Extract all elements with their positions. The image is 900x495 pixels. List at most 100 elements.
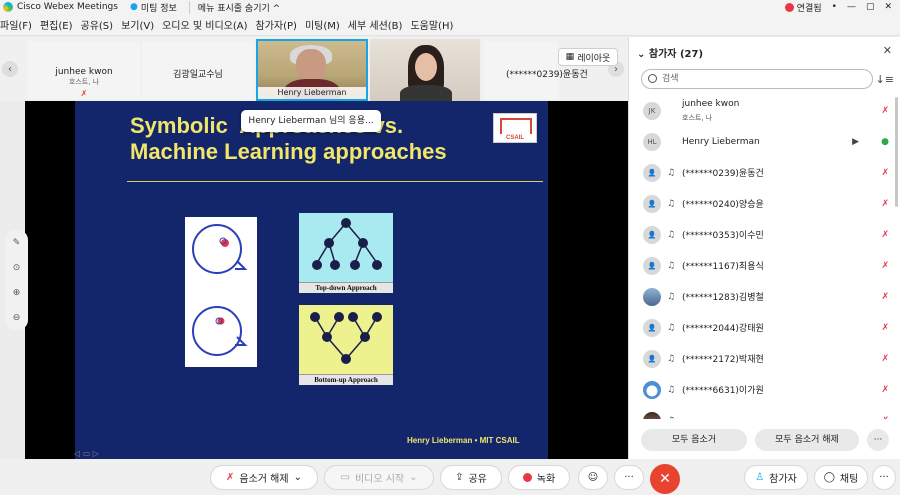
tree-bottom-up-icon <box>310 312 382 364</box>
avatar-icon: 👤 <box>643 225 661 244</box>
thumbnail-sub: 호스트, 나 <box>68 78 100 86</box>
participant-search-input[interactable]: 검색 <box>641 69 873 89</box>
app-title: Cisco Webex Meetings <box>17 2 118 12</box>
person-face <box>415 53 437 81</box>
menu-bar: 파일(F) 편집(E) 공유(S) 보기(V) 오디오 및 비디오(A) 참가자… <box>0 14 900 36</box>
video-henry-lieberman[interactable]: Henry Lieberman <box>256 39 368 101</box>
participants-title: 참가자 (27) <box>648 49 704 60</box>
list-item[interactable]: 👤 ♫ (******2044)강태원 ✗ <box>629 312 900 343</box>
share-button[interactable]: ⇪ 공유 <box>440 465 502 490</box>
more-button[interactable]: ··· <box>614 465 644 490</box>
top-down-caption: Top-down Approach <box>299 282 393 293</box>
muted-mic-icon[interactable]: ✗ <box>881 168 889 178</box>
participants-header[interactable]: ⌄ 참가자 (27) <box>637 45 703 60</box>
list-item[interactable]: 👤 ♫ (******1167)최용식 ✗ <box>629 250 900 281</box>
muted-mic-icon[interactable]: ✗ <box>881 199 889 209</box>
smiley-icon: ☺ <box>587 472 599 483</box>
slide-nav-icon[interactable]: ◁ ▭ ▷ <box>74 449 99 458</box>
muted-mic-icon[interactable]: ✗ <box>881 354 889 364</box>
muted-mic-icon[interactable]: ✗ <box>881 106 889 116</box>
chevron-left-icon[interactable]: ‹ <box>2 61 18 77</box>
record-label: 녹화 <box>536 474 556 485</box>
zoom-out-icon[interactable]: ⊖ <box>13 313 21 323</box>
muted-mic-icon[interactable]: ✗ <box>881 416 889 420</box>
person-face <box>296 49 326 81</box>
menu-help[interactable]: 도움말(H) <box>410 17 453 32</box>
menu-audio-video[interactable]: 오디오 및 비디오(A) <box>162 17 247 32</box>
thumbnail-junhee[interactable]: junhee kwon 호스트, 나 ✗ <box>28 41 140 99</box>
top-down-diagram: Top-down Approach <box>299 213 393 293</box>
muted-mic-icon[interactable]: ✗ <box>881 385 889 395</box>
annotation-toolbar: ✎ ⊙ ⊕ ⊖ <box>5 230 28 330</box>
record-button[interactable]: 녹화 <box>508 465 570 490</box>
maximize-icon[interactable]: ▢ <box>866 2 875 12</box>
list-item[interactable]: 👤 ♫ (******0239)윤동건 ✗ <box>629 157 900 188</box>
thumbnail-professor[interactable]: 김광일교수님 <box>142 41 254 99</box>
more-options-button[interactable]: ··· <box>867 429 889 451</box>
menu-edit[interactable]: 편집(E) <box>40 17 73 32</box>
chevron-down-icon: ⌄ <box>637 49 646 60</box>
participants-label: 참가자 <box>769 474 797 485</box>
info-icon: ● <box>129 2 138 12</box>
unmute-all-button[interactable]: 모두 음소거 해제 <box>755 429 859 451</box>
headset-icon: ♫ <box>667 353 676 364</box>
list-item[interactable]: ♫ (******6631)이가원 ✗ <box>629 374 900 405</box>
list-item[interactable]: ♫ ✗ <box>629 405 900 419</box>
list-item[interactable]: 👤 ♫ (******0353)이수민 ✗ <box>629 219 900 250</box>
muted-mic-icon[interactable]: ✗ <box>881 230 889 240</box>
muted-mic-icon[interactable]: ✗ <box>881 292 889 302</box>
menu-share[interactable]: 공유(S) <box>81 17 114 32</box>
bottom-up-diagram: Bottom-up Approach <box>299 305 393 385</box>
list-item[interactable]: ♫ (******1283)김병철 ✗ <box>629 281 900 312</box>
list-item[interactable]: 👤 ♫ (******2172)박재현 ✗ <box>629 343 900 374</box>
more-panels-button[interactable]: ··· <box>872 465 896 490</box>
participants-button[interactable]: ♙ 참가자 <box>744 465 808 490</box>
muted-mic-icon: ✗ <box>80 89 88 98</box>
list-item[interactable]: HL Henry Lieberman ▶ ● <box>629 126 900 157</box>
avatar <box>643 411 661 419</box>
thumbnail-yoon[interactable]: (******0239)윤동건 <box>484 41 588 99</box>
mic-on-icon[interactable]: ● <box>881 137 889 147</box>
minimize-icon[interactable]: — <box>847 2 856 12</box>
close-icon[interactable]: ✕ <box>884 2 892 12</box>
close-icon: ✕ <box>659 471 671 487</box>
list-item[interactable]: 👤 ♫ (******0240)양승윤 ✗ <box>629 188 900 219</box>
participant-name: (******2172)박재현 <box>682 355 764 365</box>
mute-all-button[interactable]: 모두 음소거 <box>641 429 747 451</box>
layout-button[interactable]: ▦ 레이아웃 <box>558 48 618 66</box>
headset-icon: ♫ <box>667 291 676 302</box>
meeting-info-button[interactable]: ● 미팅 정보 <box>130 1 177 14</box>
avatar-icon: 👤 <box>643 163 661 182</box>
video-participant[interactable] <box>370 39 480 101</box>
unmute-button[interactable]: ✗ 음소거 해제 ⌄ <box>210 465 318 490</box>
chat-button[interactable]: ◯ 채팅 <box>814 465 868 490</box>
participant-name: (******2044)강태원 <box>682 324 764 334</box>
annotate-icon[interactable]: ✎ <box>13 238 21 248</box>
end-meeting-button[interactable]: ✕ <box>650 464 680 494</box>
close-panel-icon[interactable]: ✕ <box>883 44 892 57</box>
pointer-icon[interactable]: ⊙ <box>13 263 21 273</box>
menu-breakout[interactable]: 세부 세션(B) <box>348 17 403 32</box>
reactions-button[interactable]: ☺ <box>578 465 608 490</box>
connection-label: 연결됨 <box>796 3 822 14</box>
muted-mic-icon[interactable]: ✗ <box>881 323 889 333</box>
thumbnail-name: junhee kwon <box>55 67 113 77</box>
menu-participant[interactable]: 참가자(P) <box>256 17 297 32</box>
muted-mic-icon[interactable]: ✗ <box>881 261 889 271</box>
list-item[interactable]: JK junhee kwon 호스트, 나 ✗ <box>629 95 900 126</box>
participants-panel: ⌄ 참가자 (27) ✕ 검색 ↓≡ JK junhee kwon 호스트, 나… <box>628 37 900 459</box>
person-body <box>400 85 452 101</box>
bottom-up-caption: Bottom-up Approach <box>299 374 393 385</box>
participant-name: junhee kwon <box>682 99 740 109</box>
shared-slide: Symbolic Approaches vs. Machine Learning… <box>75 101 548 459</box>
menu-meeting[interactable]: 미팅(M) <box>305 17 340 32</box>
participant-list-scrollbar[interactable] <box>895 97 898 207</box>
menu-file[interactable]: 파일(F) <box>0 17 32 32</box>
zoom-in-icon[interactable]: ⊕ <box>13 288 21 298</box>
participant-name: (******0239)윤동건 <box>682 169 764 179</box>
start-video-button[interactable]: ▭ 비디오 시작 ⌄ <box>324 465 434 490</box>
hide-menu-bar-button[interactable]: 메뉴 표시줄 숨기기 ^ <box>188 0 280 14</box>
sort-icon[interactable]: ↓≡ <box>876 73 894 86</box>
face-sketch-icon <box>192 224 248 356</box>
menu-view[interactable]: 보기(V) <box>121 17 154 32</box>
